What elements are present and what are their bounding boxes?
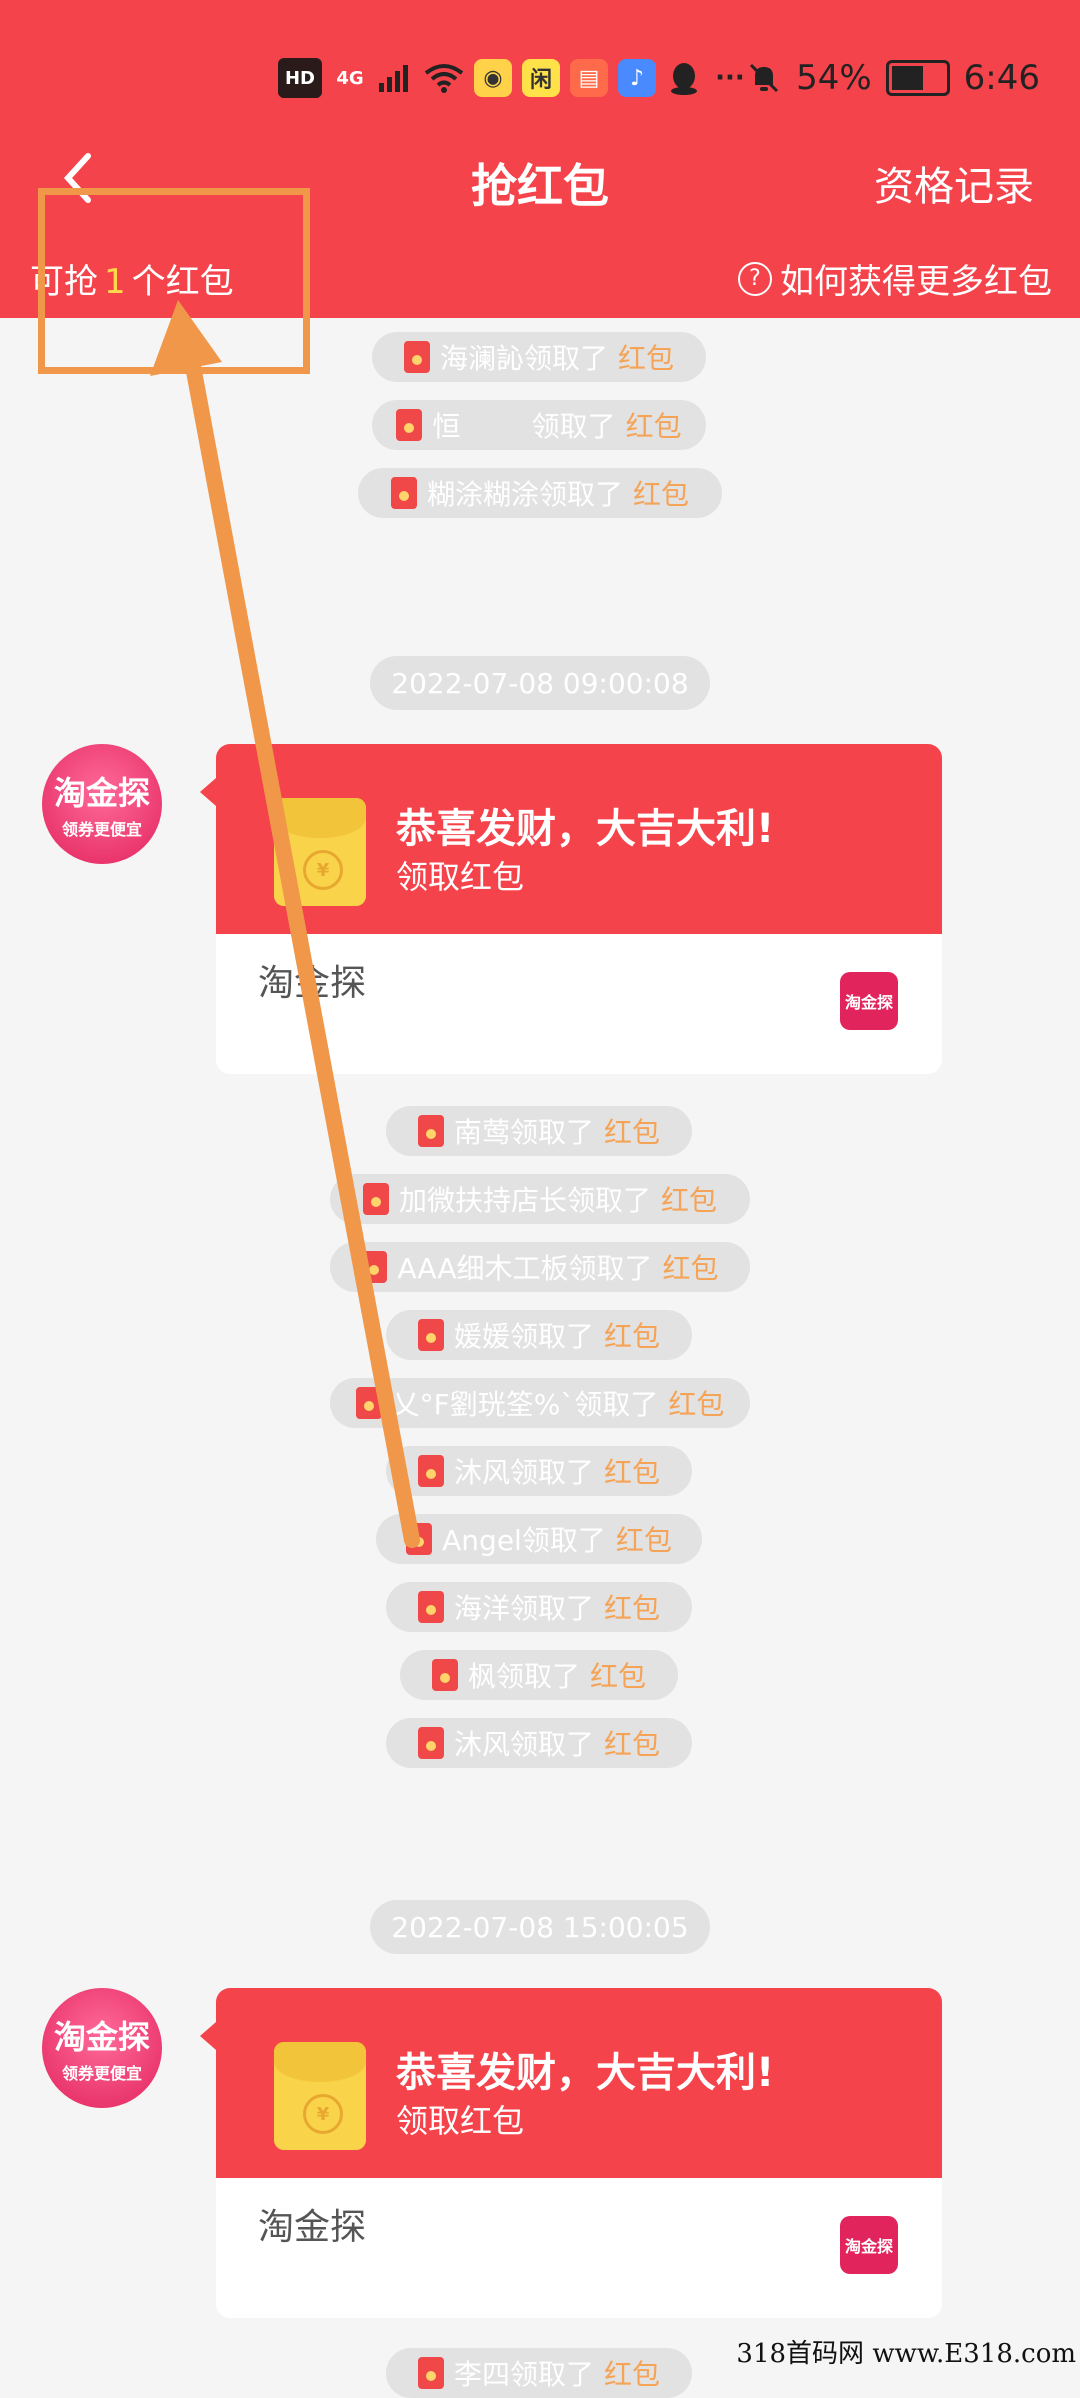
annotation-arrow	[150, 300, 420, 1548]
watermark: 318首码网 www.E318.com	[736, 2339, 1076, 2369]
